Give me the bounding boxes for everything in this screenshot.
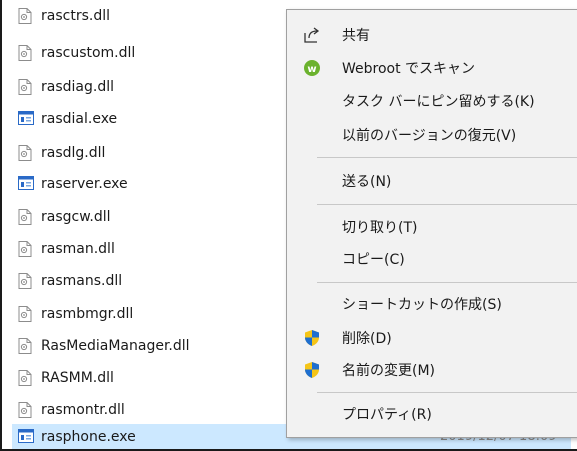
file-row[interactable]: rasdiag.dll xyxy=(18,74,290,99)
file-name: rasdiag.dll xyxy=(41,78,114,95)
file-row[interactable]: rasgcw.dll xyxy=(18,204,290,229)
file-row[interactable]: RasMediaManager.dll xyxy=(18,333,290,358)
file-name: rasphone.exe xyxy=(41,428,136,445)
menu-item-label: 名前の変更(M) xyxy=(342,363,436,379)
file-row[interactable]: rascustom.dll xyxy=(18,40,290,65)
dll-file-icon xyxy=(18,144,32,161)
file-row[interactable]: rasmans.dll xyxy=(18,268,290,293)
file-name: rasmontr.dll xyxy=(41,401,125,418)
file-name: rasctrs.dll xyxy=(41,7,110,24)
dll-file-icon xyxy=(18,369,32,386)
file-name: raserver.exe xyxy=(41,175,128,192)
file-row[interactable]: rasctrs.dll xyxy=(18,3,290,28)
menu-item-label: タスク バーにピン留めする(K) xyxy=(342,94,535,110)
menu-item-share[interactable]: 共有 xyxy=(287,20,577,50)
menu-item-label: 以前のバージョンの復元(V) xyxy=(342,128,517,144)
file-row[interactable]: raserver.exe xyxy=(18,171,290,196)
menu-item-label: 切り取り(T) xyxy=(342,220,418,236)
menu-item-create-shortcut[interactable]: ショートカットの作成(S) xyxy=(287,289,577,319)
webroot-icon: w xyxy=(303,59,321,77)
svg-text:w: w xyxy=(307,64,316,75)
menu-separator xyxy=(317,282,577,283)
menu-item-pin-taskbar[interactable]: タスク バーにピン留めする(K) xyxy=(287,86,577,116)
dll-file-icon xyxy=(18,272,32,289)
menu-item-label: コピー(C) xyxy=(342,252,405,268)
menu-item-label: 共有 xyxy=(342,28,370,44)
menu-item-label: Webroot でスキャン xyxy=(342,61,476,77)
menu-item-properties[interactable]: プロパティ(R) xyxy=(287,399,577,429)
file-row[interactable]: rasmbmgr.dll xyxy=(18,301,290,326)
file-name: RASMM.dll xyxy=(41,369,114,386)
menu-separator xyxy=(317,392,577,393)
file-name: rasgcw.dll xyxy=(41,208,111,225)
file-name: rasdlg.dll xyxy=(41,144,106,161)
file-row[interactable]: rasdlg.dll xyxy=(18,140,290,165)
file-row[interactable]: RASMM.dll xyxy=(18,365,290,390)
file-row[interactable]: rasman.dll xyxy=(18,236,290,261)
menu-separator xyxy=(317,204,577,205)
share-icon xyxy=(303,26,321,44)
dll-file-icon xyxy=(18,305,32,322)
file-name: rasdial.exe xyxy=(41,110,118,127)
menu-separator xyxy=(317,157,577,158)
exe-file-icon xyxy=(18,428,34,445)
menu-item-label: 送る(N) xyxy=(342,174,392,190)
menu-item-label: プロパティ(R) xyxy=(342,407,432,423)
menu-item-rename[interactable]: 名前の変更(M) xyxy=(287,355,577,385)
file-name: RasMediaManager.dll xyxy=(41,337,190,354)
context-menu: 共有 w Webroot でスキャン タスク バーにピン留めする(K) 以前のバ… xyxy=(286,9,577,438)
menu-item-send-to[interactable]: 送る(N) xyxy=(287,166,577,196)
dll-file-icon xyxy=(18,240,32,257)
file-name: rasmbmgr.dll xyxy=(41,305,134,322)
file-name: rascustom.dll xyxy=(41,44,136,61)
menu-item-label: 削除(D) xyxy=(342,331,392,347)
file-name: rasmans.dll xyxy=(41,272,123,289)
dll-file-icon xyxy=(18,7,32,24)
dll-file-icon xyxy=(18,44,32,61)
file-row[interactable]: rasmontr.dll xyxy=(18,397,290,422)
uac-shield-icon xyxy=(303,329,321,347)
menu-item-copy[interactable]: コピー(C) xyxy=(287,244,577,274)
file-row[interactable]: rasdial.exe xyxy=(18,106,290,131)
dll-file-icon xyxy=(18,401,32,418)
exe-file-icon xyxy=(18,175,34,192)
uac-shield-icon xyxy=(303,361,321,379)
dll-file-icon xyxy=(18,208,32,225)
exe-file-icon xyxy=(18,110,34,127)
file-name: rasman.dll xyxy=(41,240,115,257)
menu-item-webroot-scan[interactable]: w Webroot でスキャン xyxy=(287,53,577,83)
menu-item-restore-previous[interactable]: 以前のバージョンの復元(V) xyxy=(287,120,577,150)
dll-file-icon xyxy=(18,78,32,95)
menu-item-label: ショートカットの作成(S) xyxy=(342,297,502,313)
dll-file-icon xyxy=(18,337,32,354)
menu-item-cut[interactable]: 切り取り(T) xyxy=(287,212,577,242)
menu-item-delete[interactable]: 削除(D) xyxy=(287,323,577,353)
